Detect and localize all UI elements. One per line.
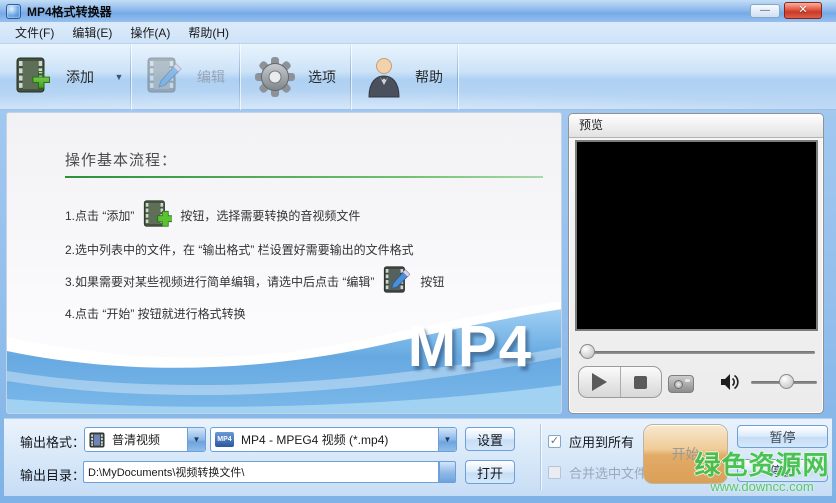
menu-bar: 文件(F) 编辑(E) 操作(A) 帮助(H) — [0, 22, 836, 44]
apply-all-checkbox[interactable]: ✓ 应用到所有 — [548, 432, 634, 451]
toolbar-separator — [457, 44, 458, 110]
output-dir-input[interactable] — [83, 461, 439, 483]
film-strip-icon — [89, 432, 105, 448]
edit-button[interactable]: 编辑 — [131, 47, 239, 107]
guide-panel: 操作基本流程： 1.点击 “添加” 按钮，选择需要转换的音视频文件 — [6, 112, 562, 414]
stop-button[interactable]: 停止 — [737, 459, 828, 482]
gear-icon — [254, 56, 296, 98]
guide-step-3: 3.如果需要对某些视频进行简单编辑，请选中后点击 “编辑” 按钮 — [65, 265, 444, 297]
guide-step-1: 1.点击 “添加” 按钮，选择需要转换的音视频文件 — [65, 199, 360, 231]
quality-value: 普清视频 — [112, 431, 160, 448]
minimize-button[interactable]: — — [750, 4, 780, 18]
play-button[interactable] — [579, 367, 620, 397]
chevron-down-icon[interactable]: ▼ — [438, 428, 456, 451]
merge-files-checkbox[interactable]: 合并选中文件 — [548, 463, 647, 482]
help-button-label: 帮助 — [415, 67, 443, 87]
menu-edit[interactable]: 编辑(E) — [63, 22, 121, 43]
options-button-label: 选项 — [308, 67, 336, 87]
apply-all-label: 应用到所有 — [569, 432, 634, 451]
window-title: MP4格式转换器 — [27, 3, 112, 20]
title-bar: MP4格式转换器 — ✕ — [0, 0, 836, 22]
camera-lens-icon — [674, 380, 683, 389]
video-display — [575, 140, 818, 331]
menu-action[interactable]: 操作(A) — [121, 22, 179, 43]
chevron-down-icon[interactable]: ▼ — [187, 428, 205, 451]
step3-text-post: 按钮 — [420, 273, 444, 290]
menu-help[interactable]: 帮助(H) — [179, 22, 238, 43]
snapshot-button[interactable] — [668, 375, 694, 393]
guide-step-4: 4.点击 “开始” 按钮就进行格式转换 — [65, 305, 246, 322]
dir-browse-button[interactable] — [439, 461, 456, 483]
settings-button[interactable]: 设置 — [465, 427, 515, 451]
quality-dropdown[interactable]: 普清视频 ▼ — [84, 427, 206, 452]
merge-files-label: 合并选中文件 — [569, 463, 647, 482]
preview-panel: 预览 — [568, 113, 824, 414]
film-edit-icon-small — [382, 265, 412, 297]
close-button[interactable]: ✕ — [784, 2, 822, 19]
add-button-label: 添加 — [66, 67, 94, 87]
start-button[interactable]: 开始 — [643, 424, 728, 484]
guide-divider — [65, 176, 543, 178]
mp4-format-icon: MP4 — [215, 432, 234, 447]
add-dropdown-arrow[interactable]: ▼ — [108, 47, 130, 107]
output-format-label: 输出格式： — [20, 432, 85, 451]
toolbar: 添加 ▼ 编辑 — [0, 44, 836, 110]
mp4-brand-watermark: MP4 — [408, 313, 533, 380]
checkbox-checked-icon[interactable]: ✓ — [548, 435, 561, 448]
step2-text: 2.选中列表中的文件，在 “输出格式” 栏设置好需要输出的文件格式 — [65, 241, 414, 258]
preview-title: 预览 — [569, 114, 823, 138]
speaker-icon[interactable] — [719, 372, 741, 392]
app-window: MP4格式转换器 — ✕ 文件(F) 编辑(E) 操作(A) 帮助(H) — [0, 0, 836, 503]
bottom-separator — [540, 424, 541, 490]
play-icon — [592, 373, 607, 391]
seek-thumb[interactable] — [580, 344, 595, 359]
menu-file[interactable]: 文件(F) — [6, 22, 63, 43]
stop-playback-button[interactable] — [620, 367, 662, 397]
film-add-icon — [14, 56, 54, 98]
app-icon — [6, 4, 21, 19]
container-format-dropdown[interactable]: MP4 MP4 - MPEG4 视频 (*.mp4) ▼ — [210, 427, 457, 452]
step1-text-post: 按钮，选择需要转换的音视频文件 — [180, 207, 360, 224]
volume-slider[interactable] — [751, 372, 817, 392]
container-format-value: MP4 - MPEG4 视频 (*.mp4) — [241, 431, 388, 448]
step1-text-pre: 1.点击 “添加” — [65, 207, 134, 224]
stop-icon — [634, 376, 647, 389]
pause-button[interactable]: 暂停 — [737, 425, 828, 448]
film-edit-icon — [145, 56, 185, 98]
add-button[interactable]: 添加 — [0, 47, 108, 107]
playback-controls — [578, 366, 662, 398]
options-button[interactable]: 选项 — [240, 47, 350, 107]
open-folder-button[interactable]: 打开 — [465, 460, 515, 484]
bottom-bar: 输出格式： 普清视频 ▼ — [4, 418, 832, 496]
camera-flash-icon — [685, 379, 690, 382]
step3-text-pre: 3.如果需要对某些视频进行简单编辑，请选中后点击 “编辑” — [65, 273, 374, 290]
checkbox-unchecked-icon[interactable] — [548, 466, 561, 479]
edit-button-label: 编辑 — [197, 67, 225, 87]
guide-heading: 操作基本流程： — [65, 149, 177, 170]
seek-slider[interactable] — [579, 344, 815, 360]
volume-thumb[interactable] — [779, 374, 794, 389]
person-icon — [365, 56, 403, 98]
guide-step-2: 2.选中列表中的文件，在 “输出格式” 栏设置好需要输出的文件格式 — [65, 241, 414, 258]
help-button[interactable]: 帮助 — [351, 47, 457, 107]
output-dir-label: 输出目录： — [20, 465, 85, 484]
film-add-icon-small — [142, 199, 172, 231]
step4-text: 4.点击 “开始” 按钮就进行格式转换 — [65, 305, 246, 322]
seek-track — [579, 351, 815, 354]
